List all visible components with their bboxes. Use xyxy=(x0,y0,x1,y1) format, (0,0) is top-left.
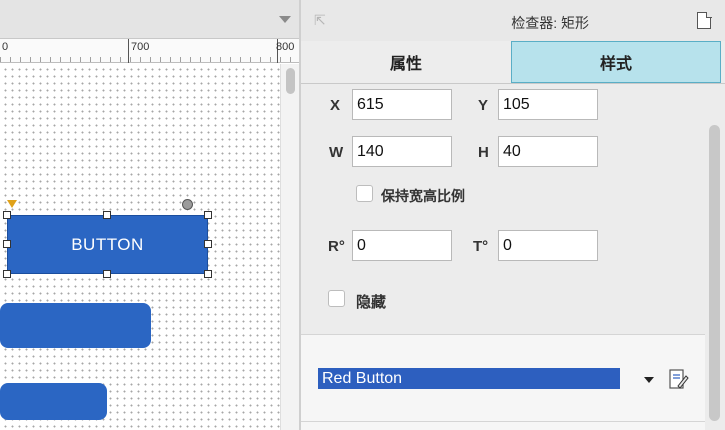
canvas-scrollbar[interactable] xyxy=(280,64,299,430)
anchor-marker-icon[interactable] xyxy=(7,200,17,208)
canvas-scroll-thumb[interactable] xyxy=(286,68,295,94)
style-selector-section: Red Button xyxy=(301,334,705,430)
selected-button-shape[interactable]: BUTTON xyxy=(7,215,208,274)
rotation-field[interactable] xyxy=(352,230,452,261)
x-label: X xyxy=(330,97,341,114)
x-field[interactable] xyxy=(352,89,452,120)
page-icon[interactable] xyxy=(697,11,712,29)
divider xyxy=(301,421,705,422)
chevron-down-icon[interactable] xyxy=(644,377,654,383)
text-rotation-label: T° xyxy=(473,238,489,255)
rounded-rectangle-shape[interactable] xyxy=(0,303,151,348)
design-canvas[interactable]: 0 700 800 BUTTON xyxy=(0,0,299,430)
inspector-scroll-thumb[interactable] xyxy=(709,125,720,421)
hidden-checkbox[interactable] xyxy=(328,290,345,307)
inspector-title: 检查器: 矩形 xyxy=(511,15,589,31)
resize-handle-right[interactable] xyxy=(204,240,212,248)
y-label: Y xyxy=(478,97,489,114)
keep-ratio-label: 保持宽高比例 xyxy=(381,188,465,204)
rotation-label: R° xyxy=(328,238,345,255)
properties-form: X Y W H 保持宽高比例 R° T° 隐藏 xyxy=(301,85,705,333)
horizontal-ruler: 0 700 800 xyxy=(0,39,299,63)
ruler-tick-700 xyxy=(128,39,129,63)
resize-handle-top[interactable] xyxy=(103,211,111,219)
h-label: H xyxy=(478,144,489,161)
y-field[interactable] xyxy=(498,89,598,120)
resize-handle-bottom-left[interactable] xyxy=(3,270,11,278)
resize-handle-top-left[interactable] xyxy=(3,211,11,219)
w-field[interactable] xyxy=(352,136,452,167)
rounded-rectangle-shape-small[interactable] xyxy=(0,383,107,420)
inspector-tabs: 属性 样式 xyxy=(301,41,725,84)
w-label: W xyxy=(329,144,344,161)
inspector-scrollbar[interactable] xyxy=(705,85,725,430)
chevron-down-icon[interactable] xyxy=(279,16,291,23)
resize-handle-bottom[interactable] xyxy=(103,270,111,278)
ruler-label-700: 700 xyxy=(131,41,150,53)
ruler-label-800: 800 xyxy=(276,41,295,53)
inspector-titlebar: ⇱ 检查器: 矩形 xyxy=(301,0,725,41)
resize-handle-top-right[interactable] xyxy=(204,211,212,219)
style-select[interactable]: Red Button xyxy=(318,368,620,389)
rotate-handle-icon[interactable] xyxy=(182,199,193,210)
ruler-label-0: 0 xyxy=(2,41,9,53)
button-shape-label: BUTTON xyxy=(71,234,144,254)
inspector-panel: ⇱ 检查器: 矩形 属性 样式 X Y W H 保持宽高比例 R° T° 隐藏 … xyxy=(301,0,725,430)
resize-handle-bottom-right[interactable] xyxy=(204,270,212,278)
keep-ratio-checkbox[interactable] xyxy=(356,185,373,202)
h-field[interactable] xyxy=(498,136,598,167)
canvas-toolbar xyxy=(0,0,299,39)
resize-handle-left[interactable] xyxy=(3,240,11,248)
hidden-label: 隐藏 xyxy=(356,294,387,311)
edit-style-icon[interactable] xyxy=(669,369,689,390)
text-rotation-field[interactable] xyxy=(498,230,598,261)
tab-properties[interactable]: 属性 xyxy=(301,41,511,83)
tab-style[interactable]: 样式 xyxy=(511,41,721,83)
